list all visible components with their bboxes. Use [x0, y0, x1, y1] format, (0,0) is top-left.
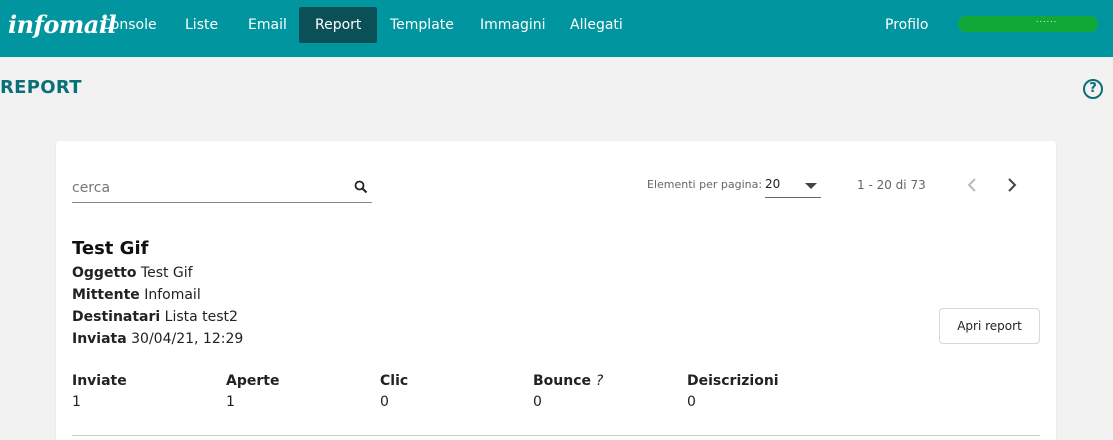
- bounce-help-icon[interactable]: ?: [596, 373, 603, 389]
- field-label: Oggetto: [72, 265, 137, 281]
- stat-label: Bounce ?: [533, 373, 603, 389]
- per-page-select[interactable]: 20: [765, 174, 821, 198]
- chevron-right-icon[interactable]: [1002, 175, 1022, 195]
- profile-link[interactable]: Profilo: [885, 7, 928, 43]
- stat-bounce: Bounce ? 0: [533, 373, 603, 410]
- field-label: Mittente: [72, 287, 140, 303]
- nav-item-report[interactable]: Report: [299, 7, 378, 43]
- stat-value: 0: [687, 394, 696, 410]
- field-value: Test Gif: [140, 265, 193, 281]
- field-value: Infomail: [144, 287, 201, 303]
- search-box: [72, 176, 372, 203]
- nav-item-immagini[interactable]: Immagini: [464, 7, 562, 43]
- stat-label: Inviate: [72, 373, 127, 389]
- open-report-button[interactable]: Apri report: [939, 308, 1040, 344]
- stat-aperte: Aperte 1: [226, 373, 279, 410]
- help-circle-icon[interactable]: ?: [1083, 79, 1103, 99]
- nav-item-console[interactable]: Console: [85, 7, 173, 43]
- per-page-value: 20: [765, 177, 781, 191]
- stat-label-text: Bounce: [533, 373, 592, 389]
- stat-value: 0: [533, 394, 542, 410]
- divider: [72, 435, 1040, 436]
- chevron-down-icon: [805, 183, 817, 189]
- stat-value: 1: [72, 394, 81, 410]
- nav-item-liste[interactable]: Liste: [169, 7, 234, 43]
- stat-clic: Clic 0: [380, 373, 408, 410]
- stat-label: Deiscrizioni: [687, 373, 779, 389]
- report-field-inviata: Inviata 30/04/21, 12:29: [72, 331, 243, 347]
- report-card: Elementi per pagina: 20 1 - 20 di 73 Tes…: [56, 141, 1056, 440]
- search-icon[interactable]: [354, 180, 368, 194]
- top-navbar: infomail Console Liste Email Report Temp…: [0, 0, 1113, 57]
- search-input[interactable]: [72, 176, 342, 200]
- nav-item-template[interactable]: Template: [374, 7, 470, 43]
- nav-item-email[interactable]: Email: [232, 7, 303, 43]
- stat-value: 0: [380, 394, 389, 410]
- report-field-oggetto: Oggetto Test Gif: [72, 265, 193, 281]
- per-page-label: Elementi per pagina:: [647, 178, 763, 191]
- stat-label: Clic: [380, 373, 409, 389]
- stat-value: 1: [226, 394, 235, 410]
- page-title: REPORT: [0, 77, 82, 98]
- user-menu[interactable]: [958, 16, 1098, 32]
- report-field-mittente: Mittente Infomail: [72, 287, 201, 303]
- stat-inviate: Inviate 1: [72, 373, 127, 410]
- field-label: Destinatari: [72, 309, 161, 325]
- report-title: Test Gif: [72, 238, 149, 259]
- field-value: 30/04/21, 12:29: [131, 331, 244, 347]
- field-label: Inviata: [72, 331, 127, 347]
- pagination-range: 1 - 20 di 73: [857, 178, 926, 192]
- user-name: ......: [1036, 15, 1058, 24]
- field-value: Lista test2: [164, 309, 238, 325]
- chevron-left-icon[interactable]: [962, 175, 982, 195]
- stat-deiscrizioni: Deiscrizioni 0: [687, 373, 779, 410]
- report-field-destinatari: Destinatari Lista test2: [72, 309, 238, 325]
- stat-label: Aperte: [226, 373, 280, 389]
- nav-item-allegati[interactable]: Allegati: [554, 7, 639, 43]
- page-header: [0, 57, 1113, 121]
